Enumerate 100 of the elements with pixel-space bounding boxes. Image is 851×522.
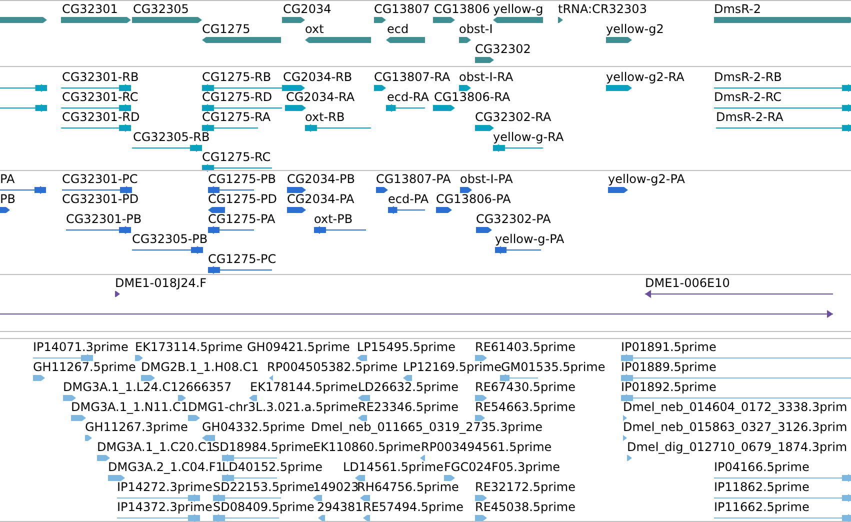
protein-glyph[interactable] xyxy=(476,226,492,234)
gene-glyph[interactable] xyxy=(475,56,494,64)
protein-glyph[interactable] xyxy=(66,226,131,234)
gene-glyph[interactable] xyxy=(459,36,471,44)
est-glyph[interactable] xyxy=(621,394,851,402)
est-glyph[interactable] xyxy=(71,414,86,422)
protein-glyph[interactable] xyxy=(388,206,425,214)
est-glyph[interactable] xyxy=(621,354,851,362)
est-glyph[interactable] xyxy=(714,494,851,502)
protein-glyph[interactable] xyxy=(132,246,203,254)
est-glyph[interactable] xyxy=(178,394,186,402)
transcript-glyph[interactable] xyxy=(475,124,494,132)
gene-glyph[interactable] xyxy=(386,36,425,44)
gene-glyph[interactable] xyxy=(305,36,371,44)
gene-glyph[interactable] xyxy=(202,36,281,44)
est-glyph[interactable] xyxy=(623,414,627,422)
clone-glyph[interactable] xyxy=(0,310,833,318)
gene-glyph[interactable] xyxy=(61,16,131,24)
transcript-glyph[interactable] xyxy=(0,104,47,112)
protein-glyph[interactable] xyxy=(208,186,254,194)
est-glyph[interactable] xyxy=(135,354,143,362)
transcript-glyph[interactable] xyxy=(0,84,47,92)
transcript-glyph[interactable] xyxy=(61,84,131,92)
est-glyph[interactable] xyxy=(358,394,370,402)
transcript-glyph[interactable] xyxy=(714,84,851,92)
protein-glyph[interactable] xyxy=(495,246,541,254)
clone-glyph[interactable] xyxy=(645,290,833,298)
est-glyph[interactable] xyxy=(623,434,627,442)
transcript-glyph[interactable] xyxy=(61,124,131,132)
gene-glyph[interactable] xyxy=(558,16,563,24)
est-glyph[interactable] xyxy=(117,514,200,522)
est-glyph[interactable] xyxy=(403,374,412,382)
est-glyph[interactable] xyxy=(621,374,851,382)
protein-glyph[interactable] xyxy=(208,206,225,214)
transcript-glyph[interactable] xyxy=(202,84,283,92)
gene-glyph[interactable] xyxy=(282,16,305,24)
transcript-glyph[interactable] xyxy=(132,144,202,152)
est-glyph[interactable] xyxy=(475,394,487,402)
est-glyph[interactable] xyxy=(318,514,325,522)
est-glyph[interactable] xyxy=(714,514,851,522)
protein-glyph[interactable] xyxy=(436,206,452,214)
est-glyph[interactable] xyxy=(420,454,425,462)
est-glyph[interactable] xyxy=(222,454,277,462)
transcript-glyph[interactable] xyxy=(433,104,455,112)
transcript-glyph[interactable] xyxy=(202,164,272,172)
est-glyph[interactable] xyxy=(358,414,367,422)
transcript-glyph[interactable] xyxy=(493,144,543,152)
protein-glyph[interactable] xyxy=(608,186,628,194)
est-glyph[interactable] xyxy=(249,394,257,402)
est-glyph[interactable] xyxy=(188,414,200,422)
est-glyph[interactable] xyxy=(269,374,273,382)
est-glyph[interactable] xyxy=(313,494,322,502)
est-glyph[interactable] xyxy=(141,374,155,382)
transcript-glyph[interactable] xyxy=(282,84,305,92)
transcript-glyph[interactable] xyxy=(285,104,306,112)
est-glyph[interactable] xyxy=(357,354,367,362)
est-glyph[interactable] xyxy=(475,514,487,522)
protein-glyph[interactable] xyxy=(314,226,366,234)
gene-glyph[interactable] xyxy=(714,16,851,24)
transcript-glyph[interactable] xyxy=(374,84,386,92)
est-glyph[interactable] xyxy=(97,454,110,462)
est-glyph[interactable] xyxy=(500,374,538,382)
est-glyph[interactable] xyxy=(63,394,76,402)
est-glyph[interactable] xyxy=(627,454,632,462)
est-glyph[interactable] xyxy=(213,494,281,502)
est-glyph[interactable] xyxy=(714,474,851,482)
gene-glyph[interactable] xyxy=(132,16,202,24)
est-glyph[interactable] xyxy=(360,494,370,502)
est-glyph[interactable] xyxy=(355,474,365,482)
transcript-glyph[interactable] xyxy=(716,124,851,132)
est-glyph[interactable] xyxy=(85,434,92,442)
est-glyph[interactable] xyxy=(202,434,215,442)
est-glyph[interactable] xyxy=(475,414,485,422)
protein-glyph[interactable] xyxy=(62,186,132,194)
est-glyph[interactable] xyxy=(475,354,487,362)
gene-glyph[interactable] xyxy=(374,16,386,24)
est-glyph[interactable] xyxy=(444,474,455,482)
protein-glyph[interactable] xyxy=(287,206,306,214)
protein-glyph[interactable] xyxy=(287,186,306,194)
gene-glyph[interactable] xyxy=(606,36,632,44)
est-glyph[interactable] xyxy=(33,374,45,382)
transcript-glyph[interactable] xyxy=(386,104,425,112)
est-glyph[interactable] xyxy=(222,474,277,482)
transcript-glyph[interactable] xyxy=(714,104,851,112)
gene-glyph[interactable] xyxy=(433,16,455,24)
gene-glyph[interactable] xyxy=(493,16,543,24)
est-glyph[interactable] xyxy=(475,494,487,502)
est-glyph[interactable] xyxy=(33,354,93,362)
transcript-glyph[interactable] xyxy=(606,84,632,92)
protein-glyph[interactable] xyxy=(0,206,10,214)
protein-glyph[interactable] xyxy=(460,186,472,194)
est-glyph[interactable] xyxy=(117,494,200,502)
transcript-glyph[interactable] xyxy=(61,104,131,112)
protein-glyph[interactable] xyxy=(0,186,46,194)
protein-glyph[interactable] xyxy=(208,226,254,234)
protein-glyph[interactable] xyxy=(376,186,388,194)
transcript-glyph[interactable] xyxy=(202,104,282,112)
est-glyph[interactable] xyxy=(213,514,279,522)
est-glyph[interactable] xyxy=(108,474,125,482)
clone-glyph[interactable] xyxy=(115,290,120,298)
